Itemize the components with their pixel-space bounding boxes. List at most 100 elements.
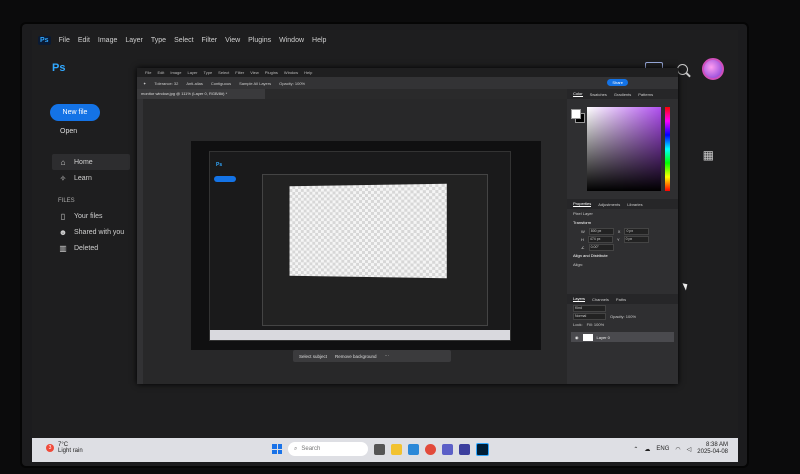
- width-field[interactable]: 800 px: [588, 227, 614, 235]
- tolerance-field[interactable]: Tolerance: 32: [154, 81, 178, 86]
- volume-icon[interactable]: ◁: [687, 446, 692, 453]
- transform-heading[interactable]: Transform: [567, 218, 678, 227]
- menu-edit[interactable]: Edit: [157, 70, 164, 75]
- onedrive-icon[interactable]: ☁: [644, 446, 650, 453]
- tab-channels[interactable]: Channels: [592, 297, 609, 302]
- menu-type[interactable]: Type: [204, 70, 213, 75]
- tab-patterns[interactable]: Patterns: [638, 92, 653, 97]
- layer-opacity[interactable]: Opacity: 100%: [610, 314, 636, 319]
- y-field[interactable]: 0 px: [623, 235, 649, 243]
- menu-plugins[interactable]: Plugins: [265, 70, 278, 75]
- menu-layer[interactable]: Layer: [187, 70, 197, 75]
- transparent-checkerboard: [289, 183, 447, 279]
- home-sidebar: ⌂ Home ✧ Learn FILES ▯ Your files ☻ Shar…: [52, 154, 130, 256]
- menu-type[interactable]: Type: [151, 37, 166, 44]
- height-field[interactable]: 474 px: [587, 235, 613, 243]
- more-options-icon[interactable]: ⋯: [385, 353, 390, 359]
- avatar[interactable]: [702, 58, 724, 80]
- menu-view[interactable]: View: [225, 37, 240, 44]
- eye-icon[interactable]: ◉: [575, 335, 579, 340]
- share-button[interactable]: Share: [607, 79, 628, 86]
- sidebar-item-deleted[interactable]: ▥ Deleted: [52, 240, 130, 256]
- chevron-up-icon[interactable]: ⌃: [633, 446, 638, 453]
- magic-wand-tool-icon[interactable]: ✦: [143, 81, 146, 86]
- photoshop-taskbar-icon[interactable]: [476, 442, 489, 456]
- tab-adjustments[interactable]: Adjustments: [598, 202, 620, 207]
- sidebar-item-label: Your files: [74, 212, 103, 220]
- foreground-color-swatch[interactable]: [571, 109, 581, 119]
- taskbar-search[interactable]: ⌕ Search: [288, 442, 368, 456]
- color-picker-field[interactable]: [587, 107, 661, 191]
- kind-filter[interactable]: Kind: [573, 304, 606, 312]
- taskbar-center: ⌕ Search: [272, 442, 489, 456]
- blend-mode-select[interactable]: Normal: [573, 312, 606, 320]
- hue-slider[interactable]: [665, 107, 670, 191]
- contextual-task-bar: Select subject Remove background ⋯: [293, 350, 451, 362]
- menu-help[interactable]: Help: [312, 37, 326, 44]
- menu-edit[interactable]: Edit: [78, 37, 90, 44]
- start-icon[interactable]: [272, 444, 282, 454]
- teams-icon[interactable]: [442, 443, 453, 455]
- align-heading[interactable]: Align and Distribute: [567, 251, 678, 260]
- angle-field[interactable]: 0.00°: [588, 243, 614, 251]
- select-subject-button[interactable]: Select subject: [299, 354, 327, 359]
- sample-all-layers-checkbox[interactable]: Sample All Layers: [239, 81, 271, 86]
- sidebar-item-learn[interactable]: ✧ Learn: [52, 170, 130, 186]
- tab-gradients[interactable]: Gradients: [614, 92, 631, 97]
- image-ps-logo: Ps: [216, 162, 223, 168]
- opacity-field[interactable]: Opacity: 100%: [279, 81, 305, 86]
- menu-view[interactable]: View: [250, 70, 259, 75]
- bulb-icon: ✧: [59, 173, 67, 183]
- sidebar-item-your-files[interactable]: ▯ Your files: [52, 208, 130, 224]
- anti-alias-checkbox[interactable]: Anti-alias: [186, 81, 202, 86]
- menu-filter[interactable]: Filter: [235, 70, 244, 75]
- x-field[interactable]: 0 px: [624, 227, 650, 235]
- language-indicator[interactable]: ENG: [656, 446, 669, 452]
- task-view-icon[interactable]: [374, 443, 385, 455]
- tab-properties[interactable]: Properties: [573, 201, 592, 207]
- canvas-area[interactable]: Ps Select subject Remove background ⋯: [143, 99, 567, 384]
- tab-libraries[interactable]: Libraries: [627, 202, 642, 207]
- file-explorer-icon[interactable]: [391, 443, 402, 455]
- new-file-button[interactable]: New file: [50, 104, 100, 121]
- tab-paths[interactable]: Paths: [616, 297, 626, 302]
- notification-badge: 3: [46, 444, 54, 452]
- grid-view-icon[interactable]: ▦: [703, 148, 714, 162]
- sidebar-item-label: Learn: [74, 174, 92, 182]
- menu-image[interactable]: Image: [170, 70, 181, 75]
- clock[interactable]: 8:38 AM 2025-04-08: [697, 442, 728, 456]
- menu-select[interactable]: Select: [218, 70, 229, 75]
- menu-help[interactable]: Help: [304, 70, 312, 75]
- sidebar-item-home[interactable]: ⌂ Home: [52, 154, 130, 170]
- document-tab[interactable]: monitor window.jpg @ 111% (Layer 0, RGB/…: [137, 89, 265, 99]
- tab-layers[interactable]: Layers: [573, 296, 586, 302]
- menu-plugins[interactable]: Plugins: [248, 37, 271, 44]
- trash-icon: ▥: [59, 243, 67, 253]
- properties-tabs: Properties Adjustments Libraries: [567, 199, 678, 209]
- width-label: W: [581, 228, 585, 234]
- menu-filter[interactable]: Filter: [202, 37, 218, 44]
- menu-file[interactable]: File: [145, 70, 151, 75]
- contiguous-checkbox[interactable]: Contiguous: [211, 81, 231, 86]
- sidebar-item-shared[interactable]: ☻ Shared with you: [52, 224, 130, 240]
- sidebar-item-label: Deleted: [74, 244, 99, 252]
- menu-window[interactable]: Window: [279, 37, 304, 44]
- tab-swatches[interactable]: Swatches: [590, 92, 607, 97]
- menu-image[interactable]: Image: [98, 37, 117, 44]
- remove-background-button[interactable]: Remove background: [335, 354, 377, 359]
- open-button[interactable]: Open: [60, 128, 77, 135]
- copilot-icon[interactable]: [459, 443, 470, 455]
- layer-row[interactable]: ◉ Layer 0: [571, 332, 674, 342]
- edge-icon[interactable]: [408, 443, 419, 455]
- chrome-icon[interactable]: [425, 443, 436, 455]
- menu-select[interactable]: Select: [174, 37, 193, 44]
- ps-app-icon: Ps: [38, 35, 51, 45]
- menu-file[interactable]: File: [59, 37, 70, 44]
- wifi-icon[interactable]: ◠: [675, 446, 680, 453]
- search-icon[interactable]: [677, 63, 688, 75]
- layer-fill[interactable]: Fill: 100%: [587, 322, 605, 327]
- menu-window[interactable]: Window: [284, 70, 298, 75]
- weather-widget[interactable]: 3 7°C Light rain: [46, 442, 83, 454]
- menu-layer[interactable]: Layer: [125, 37, 143, 44]
- tab-color[interactable]: Color: [573, 91, 583, 97]
